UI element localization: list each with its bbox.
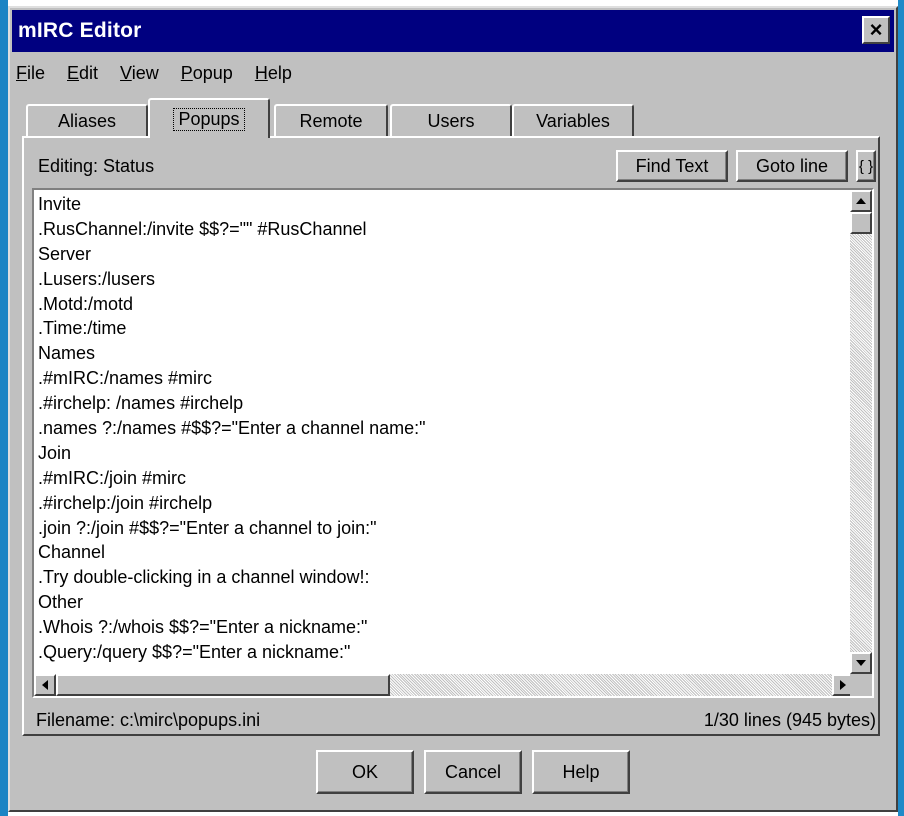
find-text-button[interactable]: Find Text bbox=[616, 150, 728, 182]
editor-line: Join bbox=[38, 442, 72, 463]
editor-line: Server bbox=[38, 243, 92, 264]
ok-button[interactable]: OK bbox=[316, 750, 414, 794]
editor-line: .Whois ?:/whois $$?="Enter a nickname:" bbox=[38, 617, 368, 638]
horizontal-scroll-thumb[interactable] bbox=[56, 674, 390, 696]
tab-users[interactable]: Users bbox=[390, 104, 512, 136]
close-icon: × bbox=[869, 17, 883, 42]
horizontal-scrollbar[interactable] bbox=[34, 674, 854, 696]
popups-tab-panel: Editing: Status Find Text Goto line { } … bbox=[22, 136, 880, 736]
menu-help[interactable]: Help bbox=[253, 63, 292, 84]
mirc-editor-window: mIRC Editor × File Edit View Popup Help … bbox=[8, 6, 898, 812]
menu-popup[interactable]: Popup bbox=[179, 63, 233, 84]
menu-file[interactable]: File bbox=[14, 63, 45, 84]
tab-variables[interactable]: Variables bbox=[512, 104, 634, 136]
arrow-left-icon bbox=[42, 680, 48, 690]
menu-view[interactable]: View bbox=[118, 63, 159, 84]
line-count-status: 1/30 lines (945 bytes) bbox=[703, 710, 876, 730]
title-bar[interactable]: mIRC Editor × bbox=[12, 10, 894, 52]
editor-line: .RusChannel:/invite $$?="" #RusChannel bbox=[38, 218, 367, 239]
close-button[interactable]: × bbox=[862, 16, 890, 44]
scrollbar-corner bbox=[850, 674, 872, 696]
window-title: mIRC Editor bbox=[18, 19, 142, 42]
vertical-scrollbar[interactable] bbox=[850, 190, 872, 674]
editor-line: .#irchelp: /names #irchelp bbox=[38, 393, 244, 414]
editor-line: .#mIRC:/names #mirc bbox=[38, 368, 213, 389]
editor-line: .Query:/query $$?="Enter a nickname:" bbox=[38, 642, 351, 663]
editor-line: .Time:/time bbox=[38, 318, 127, 339]
goto-line-button[interactable]: Goto line bbox=[736, 150, 848, 182]
editor-line: .#mIRC:/join #mirc bbox=[38, 467, 187, 488]
desktop-background-right bbox=[898, 0, 904, 816]
arrow-right-icon bbox=[840, 680, 846, 690]
editor-line: Other bbox=[38, 592, 84, 613]
editor-line: .Try double-clicking in a channel window… bbox=[38, 567, 370, 588]
scroll-down-button[interactable] bbox=[850, 652, 872, 674]
editor-line: .Motd:/motd bbox=[38, 293, 134, 314]
arrow-up-icon bbox=[856, 198, 866, 204]
vertical-scroll-thumb[interactable] bbox=[850, 212, 872, 234]
menu-bar: File Edit View Popup Help bbox=[14, 58, 312, 88]
editor-line: .Lusers:/lusers bbox=[38, 268, 156, 289]
editor-line: .names ?:/names #$$?="Enter a channel na… bbox=[38, 418, 426, 439]
editor-line: Invite bbox=[38, 194, 82, 214]
scroll-up-button[interactable] bbox=[850, 190, 872, 212]
braces-button[interactable]: { } bbox=[856, 150, 876, 182]
filename-status: Filename: c:\mirc\popups.ini bbox=[36, 710, 261, 730]
editor-text-area[interactable]: Invite .RusChannel:/invite $$?="" #RusCh… bbox=[36, 192, 854, 676]
scroll-left-button[interactable] bbox=[34, 674, 56, 696]
tab-popups[interactable]: Popups bbox=[148, 98, 270, 138]
desktop-background-left bbox=[0, 0, 8, 816]
script-editor[interactable]: Invite .RusChannel:/invite $$?="" #RusCh… bbox=[32, 188, 874, 698]
tab-aliases[interactable]: Aliases bbox=[26, 104, 148, 136]
tab-remote[interactable]: Remote bbox=[274, 104, 388, 136]
cancel-button[interactable]: Cancel bbox=[424, 750, 522, 794]
editor-line: Names bbox=[38, 343, 96, 364]
arrow-down-icon bbox=[856, 660, 866, 666]
editor-line: Channel bbox=[38, 542, 106, 563]
editor-line: .join ?:/join #$$?="Enter a channel to j… bbox=[38, 517, 377, 538]
menu-edit[interactable]: Edit bbox=[65, 63, 98, 84]
editing-label: Editing: Status bbox=[38, 156, 155, 176]
help-button[interactable]: Help bbox=[532, 750, 630, 794]
editor-line: .#irchelp:/join #irchelp bbox=[38, 492, 213, 513]
